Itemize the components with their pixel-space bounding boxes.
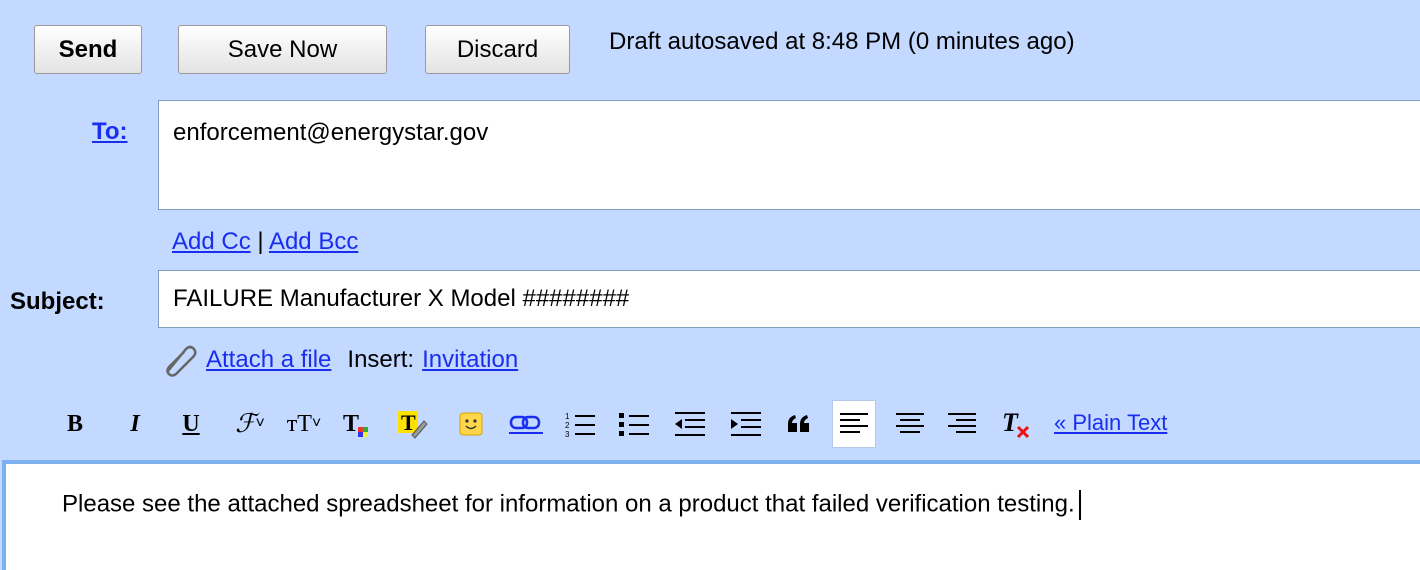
to-field[interactable]: enforcement@energystar.gov <box>158 100 1420 210</box>
link-icon[interactable] <box>508 400 544 448</box>
paperclip-icon <box>166 345 197 377</box>
align-left-icon[interactable] <box>832 400 876 448</box>
italic-icon[interactable]: I <box>120 400 150 448</box>
font-glyph: ℱ <box>235 409 256 438</box>
quote-svg <box>788 415 809 432</box>
bold-icon[interactable]: B <box>60 400 90 448</box>
align-left-svg <box>840 413 868 433</box>
font-size-icon[interactable]: тT ˅ <box>282 400 326 448</box>
indent-more-svg <box>731 412 761 436</box>
highlight-svg: T <box>398 410 428 439</box>
cc-bcc-row: Add Cc | Add Bcc <box>172 228 358 256</box>
text-caret <box>1078 490 1081 520</box>
insert-label: Insert: <box>347 346 415 373</box>
svg-text:3: 3 <box>565 430 570 438</box>
text-color-svg: T <box>343 411 368 437</box>
font-arrow-icon: ˅ <box>255 415 265 432</box>
svg-text:T: T <box>343 411 359 437</box>
send-button[interactable]: Send <box>34 25 142 74</box>
font-size-glyph: тT <box>286 410 312 437</box>
numbered-list-svg: 1 2 3 <box>565 412 595 438</box>
message-body-editor[interactable]: Please see the attached spreadsheet for … <box>2 460 1420 570</box>
svg-text:1: 1 <box>565 412 570 421</box>
plain-text-link[interactable]: « Plain Text <box>1054 410 1167 436</box>
attach-file-link[interactable]: Attach a file <box>206 346 331 374</box>
highlight-icon[interactable]: T <box>396 400 430 448</box>
text-color-icon[interactable]: T <box>340 400 374 448</box>
bullet-list-svg <box>619 413 649 436</box>
align-center-svg <box>896 413 924 433</box>
align-center-icon[interactable] <box>892 400 928 448</box>
add-bcc-link[interactable]: Add Bcc <box>269 228 358 255</box>
to-label-link[interactable]: To: <box>92 118 128 146</box>
indent-less-svg <box>675 412 705 436</box>
save-now-button[interactable]: Save Now <box>178 25 387 74</box>
font-icon[interactable]: ℱ ˅ <box>230 400 270 448</box>
align-right-svg <box>948 413 976 433</box>
svg-text:T: T <box>1002 409 1019 437</box>
autosave-status: Draft autosaved at 8:48 PM (0 minutes ag… <box>609 28 1075 55</box>
link-svg <box>509 415 543 434</box>
font-size-arrow-icon: ˅ <box>311 415 322 432</box>
cc-separator: | <box>250 228 269 255</box>
numbered-list-icon[interactable]: 1 2 3 <box>562 400 598 448</box>
remove-formatting-svg: T <box>1002 409 1030 439</box>
attach-row: Attach a file Insert: Invitation <box>160 343 518 377</box>
quote-icon[interactable] <box>782 400 816 448</box>
svg-text:T: T <box>401 410 416 435</box>
align-right-icon[interactable] <box>944 400 980 448</box>
message-body-text: Please see the attached spreadsheet for … <box>62 490 1075 518</box>
add-cc-link[interactable]: Add Cc <box>172 228 251 255</box>
underline-icon[interactable]: U <box>176 400 206 448</box>
svg-text:2: 2 <box>565 421 570 430</box>
emoticon-svg <box>459 412 483 436</box>
indent-more-icon[interactable] <box>728 400 764 448</box>
subject-field[interactable]: FAILURE Manufacturer X Model ######## <box>158 270 1420 328</box>
emoticon-icon[interactable] <box>454 400 488 448</box>
remove-formatting-icon[interactable]: T <box>1000 400 1034 448</box>
subject-label: Subject: <box>10 288 105 315</box>
insert-invitation-link[interactable]: Invitation <box>422 346 518 374</box>
indent-less-icon[interactable] <box>672 400 708 448</box>
discard-button[interactable]: Discard <box>425 25 570 74</box>
formatting-toolbar: B I U ℱ ˅ тT ˅ T T 1 2 3 T « Plain Text <box>50 400 1420 448</box>
bullet-list-icon[interactable] <box>616 400 652 448</box>
